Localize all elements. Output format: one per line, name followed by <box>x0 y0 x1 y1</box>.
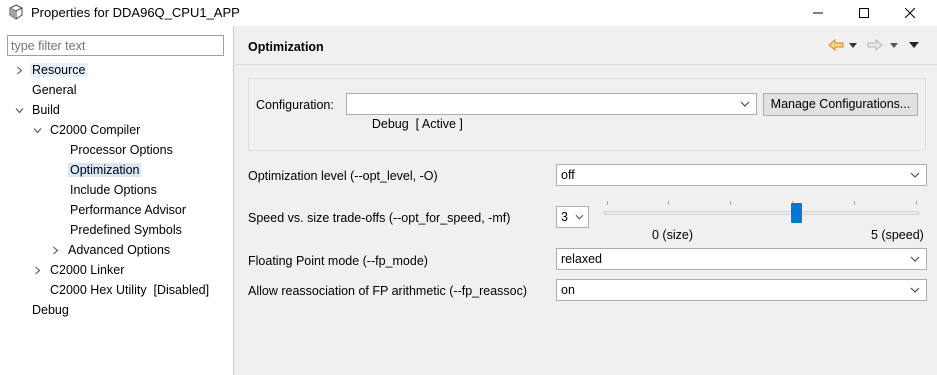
chevron-right-icon[interactable] <box>15 66 24 75</box>
chevron-down-icon <box>575 214 584 220</box>
chevron-down-icon <box>740 101 750 107</box>
close-icon <box>905 8 915 18</box>
slider-max-label: 5 (speed) <box>871 228 924 242</box>
tree-item-label: Predefined Symbols <box>70 223 182 237</box>
speed-slider[interactable] <box>604 198 920 232</box>
configuration-select[interactable]: Debug [ Active ] <box>346 93 757 131</box>
tree-item-label: Advanced Options <box>68 243 171 257</box>
close-button[interactable] <box>887 0 933 26</box>
manage-configurations-button[interactable]: Manage Configurations... <box>763 93 918 116</box>
chevron-down-icon <box>910 256 920 262</box>
configuration-group: Configuration: Debug [ Active ] Manage C… <box>248 78 926 151</box>
slider-tick <box>730 201 731 205</box>
tree-item-advanced-options[interactable]: Advanced Options <box>51 241 172 259</box>
opt-level-label: Optimization level (--opt_level, -O) <box>248 169 438 183</box>
tree-item-label: C2000 Compiler <box>50 123 141 137</box>
minimize-button[interactable] <box>795 0 841 26</box>
tree-item-label: Optimization <box>68 163 142 177</box>
slider-tick <box>668 201 669 205</box>
back-arrow-icon[interactable] <box>828 39 844 51</box>
tree-item-c2000-linker[interactable]: C2000 Linker <box>33 261 126 279</box>
tree-item-include-options[interactable]: Include Options <box>68 181 159 199</box>
speed-label: Speed vs. size trade-offs (--opt_for_spe… <box>248 211 511 225</box>
fp-reassoc-value: on <box>561 283 575 297</box>
fp-mode-value: relaxed <box>561 252 602 266</box>
speed-select[interactable]: 3 <box>556 206 589 228</box>
manage-configurations-label: Manage Configurations... <box>770 97 911 111</box>
tree-item-label: Performance Advisor <box>70 203 187 217</box>
fp-mode-label: Floating Point mode (--fp_mode) <box>248 254 428 268</box>
tree-item-general[interactable]: General <box>30 81 78 99</box>
chevron-right-icon[interactable] <box>51 246 60 255</box>
window-title: Properties for DDA96Q_CPU1_APP <box>31 5 240 20</box>
tree-item-debug[interactable]: Debug <box>30 301 71 319</box>
slider-tick <box>854 201 855 205</box>
slider-tick <box>607 201 608 205</box>
tree-item-label: C2000 Linker <box>50 263 125 277</box>
title-bar: Properties for DDA96Q_CPU1_APP <box>0 0 937 26</box>
tree-item-optimization[interactable]: Optimization <box>68 161 142 179</box>
opt-level-select[interactable]: off <box>556 164 927 186</box>
configuration-value: Debug [ Active ] <box>371 117 463 131</box>
forward-menu-chevron-icon[interactable] <box>890 43 898 48</box>
page-header: Optimization <box>235 26 937 64</box>
back-menu-chevron-icon[interactable] <box>849 43 857 48</box>
fp-reassoc-select[interactable]: on <box>556 279 927 301</box>
tree-item-label: Include Options <box>70 183 157 197</box>
opt-level-value: off <box>561 168 575 182</box>
chevron-right-icon[interactable] <box>33 266 42 275</box>
tree-item-processor-options[interactable]: Processor Options <box>68 141 175 159</box>
tree-item-label: Debug <box>32 303 69 317</box>
tree-item-label: General <box>32 83 77 97</box>
slider-thumb[interactable] <box>791 203 802 223</box>
chevron-down-icon[interactable] <box>33 126 42 135</box>
chevron-down-icon <box>910 172 920 178</box>
configuration-label: Configuration: <box>256 98 334 112</box>
tree-item-label: Processor Options <box>70 143 173 157</box>
tree-item-predefined-symbols[interactable]: Predefined Symbols <box>68 221 184 239</box>
tree-item-c2000-compiler[interactable]: C2000 Compiler <box>33 121 142 139</box>
slider-tick <box>916 201 917 205</box>
tree-item-resource[interactable]: Resource <box>15 61 88 79</box>
navigation-pane: Resource General Build C2000 Compiler Pr… <box>0 26 234 375</box>
minimize-icon <box>813 12 823 14</box>
speed-value: 3 <box>561 210 568 224</box>
forward-arrow-icon[interactable] <box>867 39 883 51</box>
fp-mode-select[interactable]: relaxed <box>556 248 927 270</box>
fp-reassoc-label: Allow reassociation of FP arithmetic (--… <box>248 284 528 298</box>
header-divider <box>235 64 937 65</box>
tree-item-c2000-hex-utility[interactable]: C2000 Hex Utility [Disabled] <box>48 281 211 299</box>
app-icon <box>9 4 23 20</box>
maximize-icon <box>859 8 869 18</box>
page-title: Optimization <box>248 40 324 54</box>
chevron-down-icon[interactable] <box>15 106 24 115</box>
view-menu-icon[interactable] <box>909 42 919 48</box>
maximize-button[interactable] <box>841 0 887 26</box>
slider-track <box>604 211 919 215</box>
slider-min-label: 0 (size) <box>652 228 693 242</box>
tree-item-performance-advisor[interactable]: Performance Advisor <box>68 201 188 219</box>
tree-item-build[interactable]: Build <box>15 101 62 119</box>
chevron-down-icon <box>910 287 920 293</box>
tree-item-label: Resource <box>30 63 88 77</box>
properties-page: Optimization Configuration: Debug [ Acti… <box>235 26 937 375</box>
filter-input[interactable] <box>7 35 224 56</box>
tree-item-label: Build <box>32 103 60 117</box>
tree-item-label: C2000 Hex Utility [Disabled] <box>50 283 210 297</box>
